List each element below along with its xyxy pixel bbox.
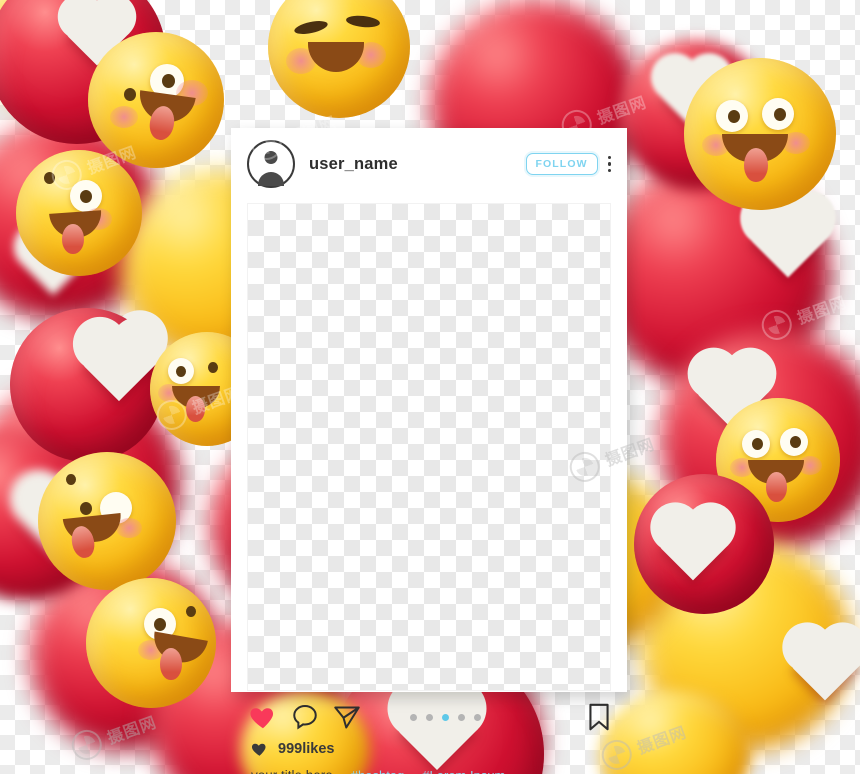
kebab-dot <box>607 168 611 173</box>
heart-icon[interactable] <box>248 702 278 732</box>
bookmark-icon[interactable] <box>588 702 610 732</box>
pupil-icon <box>80 502 92 515</box>
avatar-head-shape <box>264 151 278 164</box>
hashtag-1[interactable]: #hashtag <box>351 768 405 774</box>
pupil-icon <box>728 110 740 123</box>
emoji-face <box>684 58 836 210</box>
pupil-icon <box>124 88 136 101</box>
emoji-face <box>88 32 224 168</box>
post-title-row: your title here #hashtag #Lorem Ipsum <box>251 768 505 774</box>
tongue-icon <box>62 224 84 254</box>
likes-row: 999likes <box>250 740 334 758</box>
pupil-icon <box>154 618 166 631</box>
carousel-dot[interactable] <box>474 713 481 721</box>
tongue-icon <box>186 396 205 422</box>
screenshot-root: user_name FOLLOW 999likes 摄图网 摄图网 摄图网 摄图… <box>0 0 860 774</box>
carousel-dot-active[interactable] <box>442 713 449 721</box>
emoji-face <box>268 0 410 118</box>
carousel-dot[interactable] <box>426 713 433 721</box>
user-avatar-icon[interactable] <box>247 140 295 188</box>
likes-count-label: 999likes <box>278 741 335 757</box>
post-photo-placeholder[interactable] <box>248 204 610 690</box>
heart-filled-icon <box>251 743 266 756</box>
kebab-dot <box>607 155 611 160</box>
emoji-face <box>16 150 142 276</box>
send-paper-plane-icon[interactable] <box>332 702 362 732</box>
carousel-dot[interactable] <box>458 713 465 721</box>
post-actions-row <box>248 700 610 734</box>
pupil-icon <box>208 362 218 373</box>
header-actions: FOLLOW <box>525 152 615 176</box>
pupil-icon <box>66 474 76 485</box>
carousel-dots[interactable] <box>410 713 481 721</box>
post-header: user_name FOLLOW <box>231 128 627 200</box>
pupil-icon <box>162 74 175 88</box>
closed-eye-icon <box>293 18 329 37</box>
pupil-icon <box>752 438 763 450</box>
pupil-icon <box>790 436 801 448</box>
kebab-menu-icon[interactable] <box>604 154 615 174</box>
pupil-icon <box>176 366 186 377</box>
tongue-icon <box>744 148 768 182</box>
tongue-icon <box>160 648 182 680</box>
kebab-dot <box>607 162 611 166</box>
username-label[interactable]: user_name <box>309 155 398 174</box>
follow-button[interactable]: FOLLOW <box>525 152 598 176</box>
post-title-label: your title here <box>251 768 333 774</box>
pupil-icon <box>80 190 92 203</box>
emoji-face <box>38 452 176 590</box>
hashtag-2[interactable]: #Lorem Ipsum <box>422 768 505 774</box>
mouth-icon <box>308 42 364 72</box>
emoji-face <box>86 578 216 708</box>
pupil-icon <box>186 606 196 617</box>
comment-bubble-icon[interactable] <box>290 702 320 732</box>
pupil-icon <box>44 172 55 184</box>
avatar-body-shape <box>258 172 284 186</box>
instagram-post-card: user_name FOLLOW 999likes <box>231 128 627 774</box>
tongue-icon <box>766 472 787 502</box>
carousel-dot[interactable] <box>410 713 417 721</box>
closed-eye-icon <box>345 14 381 29</box>
pupil-icon <box>774 108 786 121</box>
blush-icon <box>110 106 138 128</box>
